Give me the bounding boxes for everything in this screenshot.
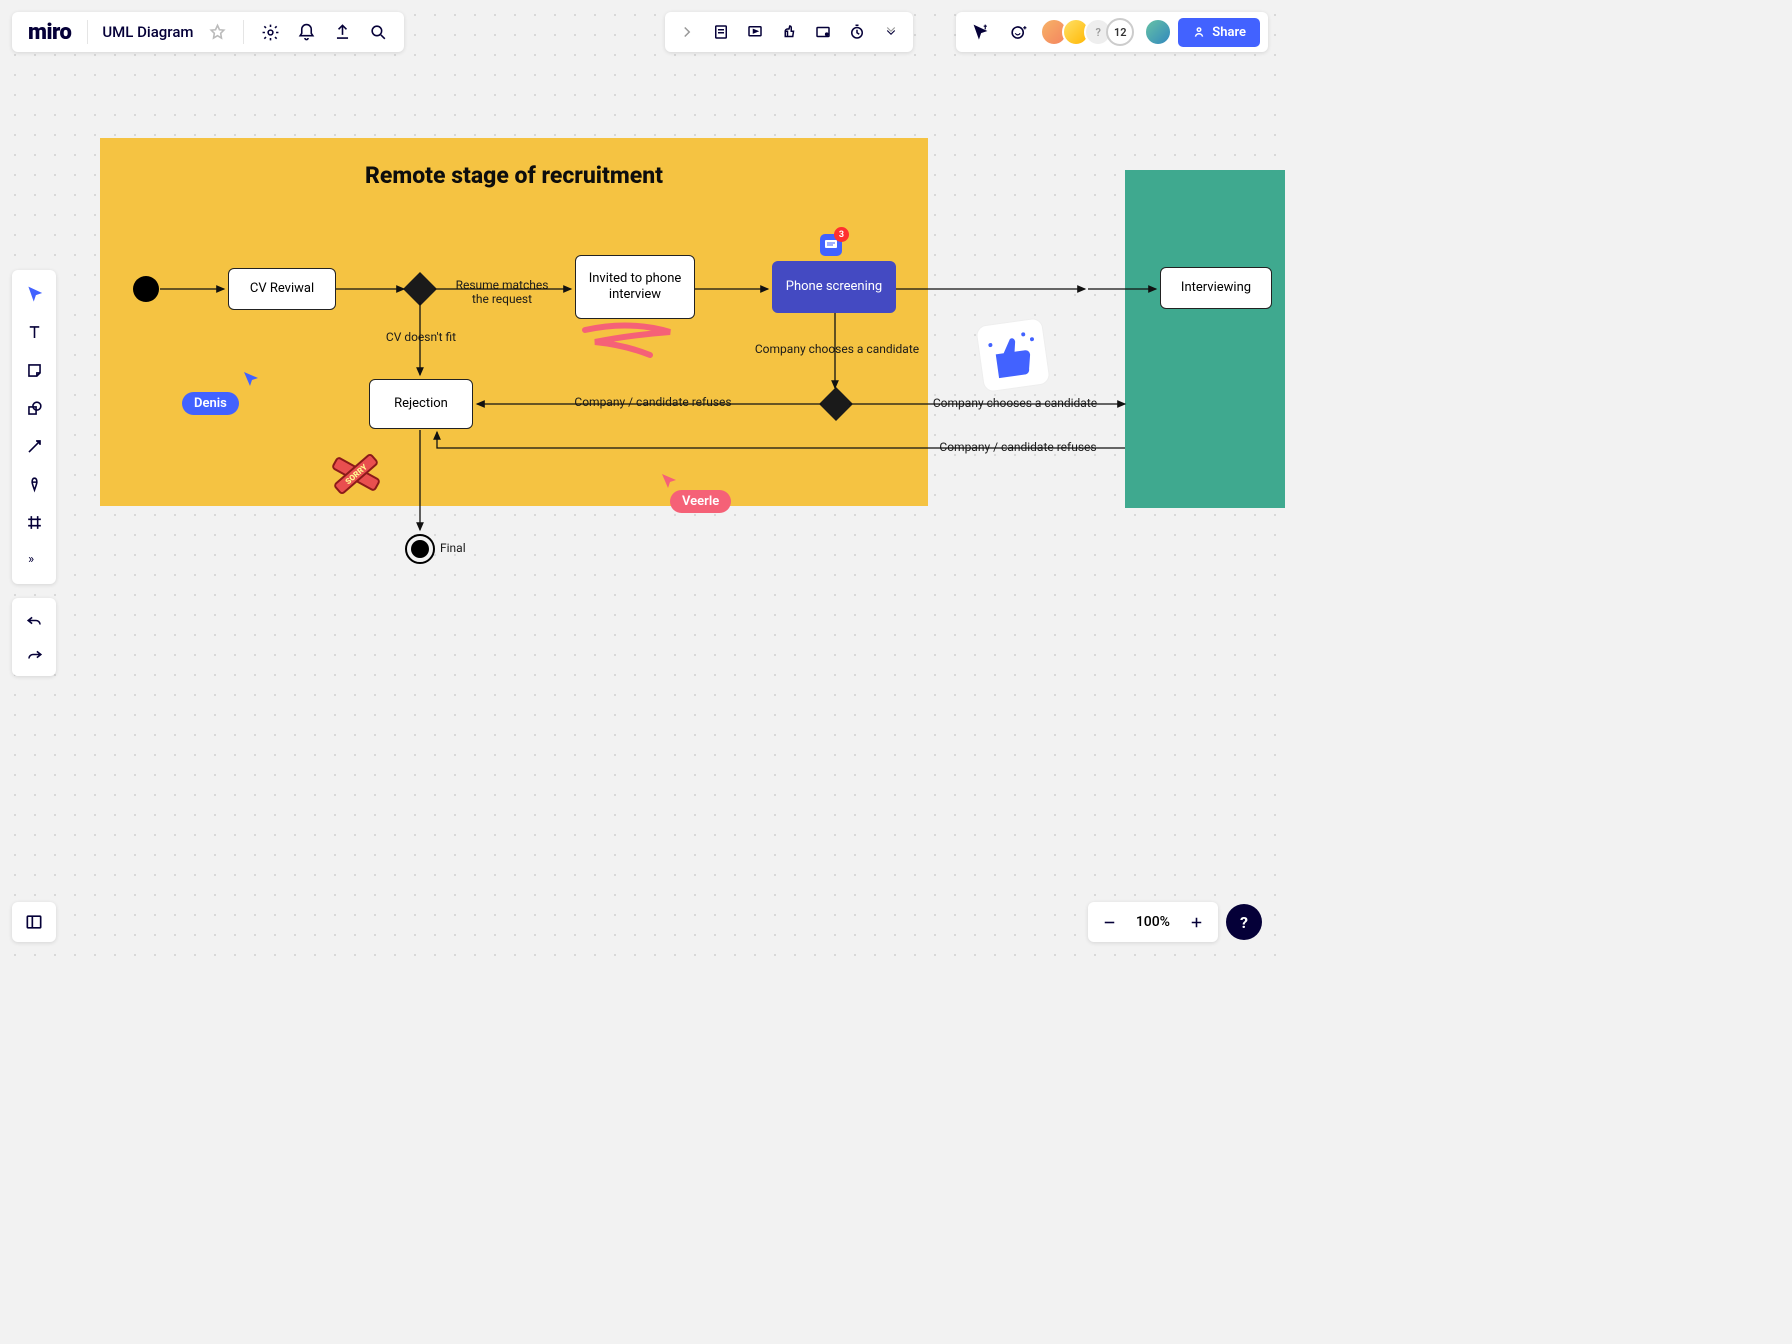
edge-label: Company chooses a candidate — [752, 343, 922, 357]
svg-text:»: » — [28, 551, 34, 566]
topbar-apps — [665, 12, 913, 52]
marker-squiggle[interactable] — [580, 320, 680, 360]
sticker-thumbs-up[interactable] — [973, 315, 1052, 394]
node-interviewing[interactable]: Interviewing — [1160, 267, 1272, 309]
topbar-left: miro UML Diagram — [12, 12, 404, 52]
topbar-collab: ? 12 Share — [956, 12, 1268, 52]
history-toolbar — [12, 598, 56, 676]
divider — [87, 20, 88, 44]
reactions-icon[interactable] — [1002, 16, 1034, 48]
card-icon[interactable] — [807, 16, 839, 48]
node-rejection[interactable]: Rejection — [369, 379, 473, 429]
zoom-level[interactable]: 100% — [1130, 914, 1176, 930]
panels-button[interactable] — [12, 902, 56, 942]
timer-icon[interactable] — [841, 16, 873, 48]
app-logo[interactable]: miro — [22, 20, 77, 45]
help-button[interactable]: ? — [1226, 904, 1262, 940]
sticky-tool[interactable] — [14, 352, 54, 388]
chevron-right-icon[interactable] — [671, 16, 703, 48]
zoom-in-button[interactable] — [1180, 906, 1212, 938]
share-button[interactable]: Share — [1178, 18, 1260, 47]
export-icon[interactable] — [326, 16, 358, 48]
cursor-icon — [660, 472, 678, 490]
avatar-me[interactable] — [1144, 18, 1172, 46]
notifications-icon[interactable] — [290, 16, 322, 48]
node-cv-revival[interactable]: CV Reviwal — [228, 268, 336, 310]
cursor-icon — [242, 370, 260, 388]
uml-start-node[interactable] — [133, 276, 159, 302]
comment-pin[interactable]: 3 — [820, 234, 842, 256]
frame-recruitment[interactable]: Remote stage of recruitment — [100, 138, 928, 506]
cursor-veerle: Veerle — [670, 490, 731, 513]
select-tool[interactable] — [14, 276, 54, 312]
text-tool[interactable] — [14, 314, 54, 350]
uml-end-node[interactable] — [405, 534, 435, 564]
note-icon[interactable] — [705, 16, 737, 48]
divider — [243, 20, 244, 44]
frame-title: Remote stage of recruitment — [100, 162, 928, 189]
zoom-controls: 100% ? — [1088, 902, 1262, 942]
final-label: Final — [440, 542, 466, 556]
present-icon[interactable] — [739, 16, 771, 48]
node-phone-screening[interactable]: Phone screening — [772, 261, 896, 313]
more-tools-icon[interactable]: » — [14, 542, 54, 578]
board-title[interactable]: UML Diagram — [98, 23, 197, 41]
avatar-more[interactable]: 12 — [1106, 18, 1134, 46]
frame-tool[interactable] — [14, 504, 54, 540]
frame-interview[interactable] — [1125, 170, 1285, 508]
comment-count-badge: 3 — [834, 227, 849, 242]
redo-button[interactable] — [18, 638, 50, 670]
sticker-sorry[interactable]: SORRY — [325, 443, 387, 505]
star-icon[interactable] — [201, 16, 233, 48]
more-apps-icon[interactable] — [875, 16, 907, 48]
shape-tool[interactable] — [14, 390, 54, 426]
toolbar: » — [12, 270, 56, 584]
edge-label: CV doesn't fit — [376, 331, 466, 345]
node-invited[interactable]: Invited to phone interview — [575, 255, 695, 319]
settings-icon[interactable] — [254, 16, 286, 48]
edge-label: Company / candidate refuses — [563, 396, 743, 410]
search-icon[interactable] — [362, 16, 394, 48]
cursor-denis: Denis — [182, 392, 239, 415]
pen-tool[interactable] — [14, 466, 54, 502]
edge-label: Resume matches the request — [448, 279, 556, 307]
cursor-follow-icon[interactable] — [964, 16, 996, 48]
share-label: Share — [1212, 25, 1246, 40]
undo-button[interactable] — [18, 604, 50, 636]
zoom-out-button[interactable] — [1094, 906, 1126, 938]
line-tool[interactable] — [14, 428, 54, 464]
voting-icon[interactable] — [773, 16, 805, 48]
collaborator-avatars[interactable]: ? 12 — [1040, 18, 1134, 46]
